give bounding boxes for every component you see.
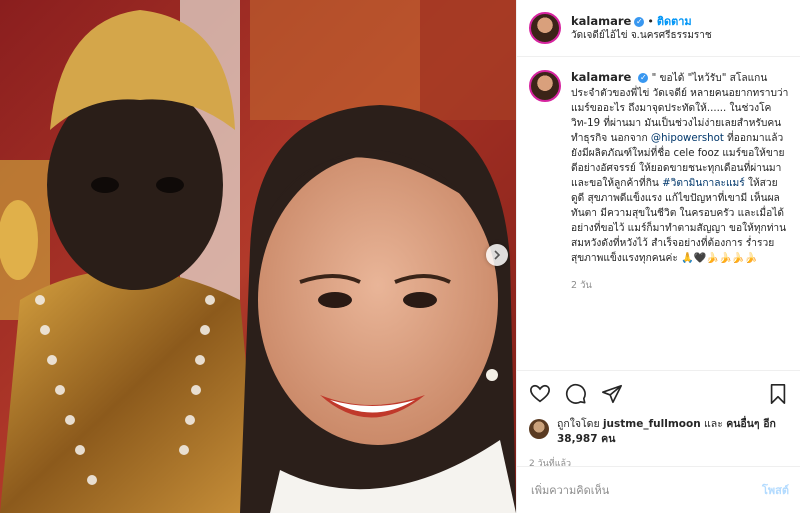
follow-button[interactable]: ติดตาม: [657, 15, 692, 28]
caption-username[interactable]: kalamare: [571, 70, 631, 84]
caption-text-part-3: ให้สวย ดูดี สุขภาพดีแข็งแรง แก้ไขปัญหาที…: [571, 178, 787, 264]
add-comment-bar: โพสต์: [517, 466, 800, 513]
verified-badge-icon: ✓: [638, 73, 649, 83]
hashtag-link[interactable]: #วิตามินกาละแมร์: [662, 178, 745, 189]
bookmark-icon[interactable]: [767, 383, 789, 405]
likes-prefix: ถูกใจโดย: [557, 418, 603, 430]
mention-link[interactable]: @hipowershot: [651, 133, 724, 144]
liker-avatar[interactable]: [529, 419, 549, 439]
header-text: kalamare ✓ • ติดตาม วัดเจดีย์ไอ้ไข่ จ.นครศร…: [571, 14, 712, 43]
chevron-right-icon: [494, 250, 501, 260]
share-icon[interactable]: [601, 383, 623, 405]
caption-text: kalamare ✓ " ขอได้ "ไหว้รับ" สโลแกนประจำต…: [571, 70, 791, 293]
likes-summary: ถูกใจโดย justme_fullmoon และ คนอื่นๆ อีก…: [529, 417, 789, 447]
post-side-panel: kalamare ✓ • ติดตาม วัดเจดีย์ไอ้ไข่ จ.นครศร…: [516, 0, 800, 513]
likes-text: ถูกใจโดย justme_fullmoon และ คนอื่นๆ อีก…: [557, 417, 789, 447]
action-icons: [529, 381, 789, 407]
likes-mid: และ: [700, 418, 727, 430]
caption-comment: kalamare ✓ " ขอได้ "ไหว้รับ" สโลแกนประจำต…: [529, 70, 791, 293]
username-link[interactable]: kalamare: [571, 14, 631, 28]
post-actions: ถูกใจโดย justme_fullmoon และ คนอื่นๆ อีก…: [517, 370, 800, 470]
comment-input[interactable]: [529, 482, 762, 498]
heart-icon[interactable]: [529, 383, 551, 405]
avatar[interactable]: [529, 70, 561, 102]
verified-badge-icon: ✓: [634, 16, 645, 27]
separator-dot: •: [647, 14, 654, 28]
location-link[interactable]: วัดเจดีย์ไอ้ไข่ จ.นครศรีธรรมราช: [571, 29, 712, 43]
next-photo-button[interactable]: [486, 244, 508, 266]
liker-username[interactable]: justme_fullmoon: [603, 418, 701, 430]
post-header: kalamare ✓ • ติดตาม วัดเจดีย์ไอ้ไข่ จ.นครศร…: [517, 0, 800, 57]
post-photo[interactable]: [0, 0, 516, 513]
photo-illustration: [0, 0, 516, 513]
avatar[interactable]: [529, 12, 561, 44]
instagram-post: kalamare ✓ • ติดตาม วัดเจดีย์ไอ้ไข่ จ.นครศร…: [0, 0, 800, 513]
caption-timestamp[interactable]: 2 วัน: [571, 278, 791, 293]
comment-icon[interactable]: [565, 383, 587, 405]
post-comment-button[interactable]: โพสต์: [762, 481, 789, 499]
